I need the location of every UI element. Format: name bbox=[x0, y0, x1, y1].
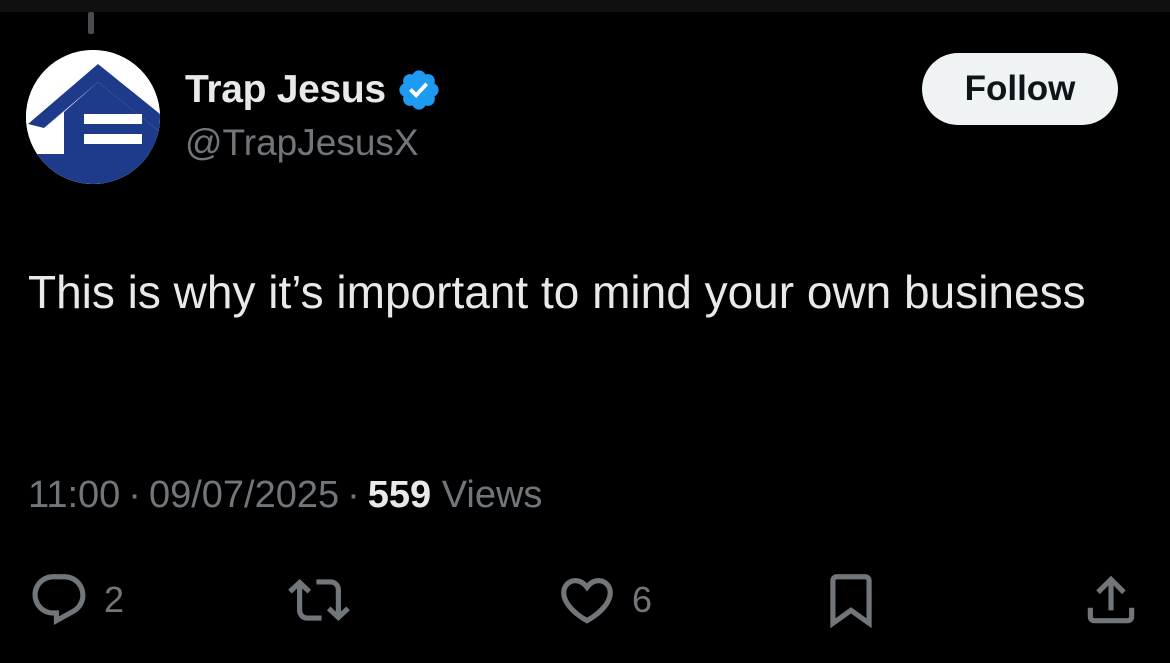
tweet-text: This is why it’s important to mind your … bbox=[28, 266, 1086, 318]
tweet-time[interactable]: 11:00 bbox=[28, 474, 120, 516]
follow-button[interactable]: Follow bbox=[922, 53, 1118, 125]
heart-icon bbox=[561, 578, 613, 624]
like-count: 6 bbox=[632, 579, 653, 620]
tweet-meta: 11:00 · 09/07/2025 · 559 Views bbox=[28, 474, 542, 517]
like-button[interactable]: 6 bbox=[556, 565, 652, 635]
bookmark-icon bbox=[830, 574, 872, 629]
author-display-name[interactable]: Trap Jesus bbox=[185, 68, 386, 112]
reply-icon bbox=[32, 574, 86, 626]
author-name-row: Trap Jesus bbox=[185, 64, 442, 116]
retweet-icon bbox=[288, 579, 350, 621]
retweet-button[interactable] bbox=[284, 565, 354, 635]
thread-connector-line bbox=[88, 12, 94, 34]
share-button[interactable] bbox=[1080, 565, 1142, 635]
tweet-date[interactable]: 09/07/2025 bbox=[149, 474, 339, 516]
meta-separator: · bbox=[347, 474, 360, 516]
house-logo-icon bbox=[26, 50, 160, 184]
verified-badge-icon bbox=[399, 70, 439, 110]
reply-count: 2 bbox=[104, 579, 125, 620]
bookmark-button[interactable] bbox=[820, 565, 882, 635]
author-handle[interactable]: @TrapJesusX bbox=[185, 122, 419, 164]
share-icon bbox=[1087, 575, 1135, 624]
reply-button[interactable]: 2 bbox=[28, 565, 124, 635]
views-label: Views bbox=[441, 474, 543, 516]
views-count: 559 bbox=[367, 474, 432, 516]
top-strip bbox=[0, 0, 1170, 12]
meta-separator: · bbox=[128, 474, 141, 516]
avatar[interactable] bbox=[26, 50, 160, 184]
